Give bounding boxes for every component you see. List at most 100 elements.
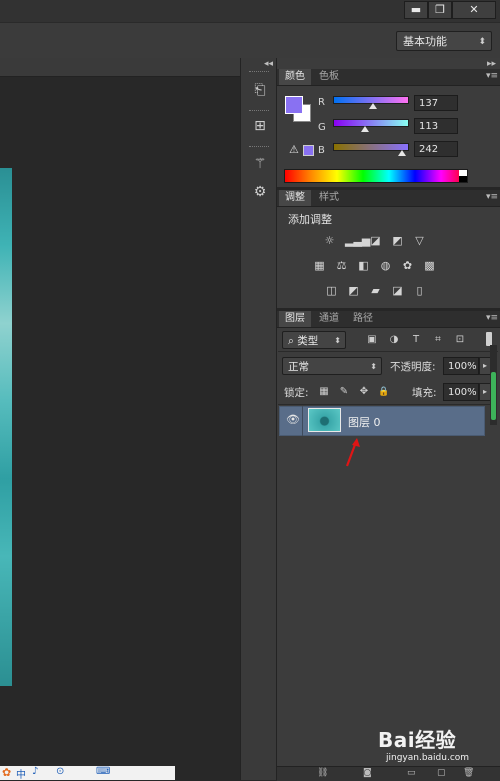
divider — [278, 404, 490, 405]
chevron-updown-icon: ⬍ — [334, 336, 341, 345]
levels-icon[interactable]: ▂▃▅ — [345, 234, 370, 247]
canvas-image[interactable] — [0, 168, 12, 686]
panel-menu-icon[interactable]: ▾≡ — [486, 71, 498, 81]
tab-paths[interactable]: 路径 — [347, 311, 379, 327]
annotation-arrow — [345, 438, 360, 467]
color-lookup-icon[interactable]: ▩ — [422, 259, 437, 272]
color-balance-icon[interactable]: ⚖ — [334, 259, 349, 272]
workspace-select[interactable]: 基本功能 ⬍ — [396, 31, 492, 51]
chevron-updown-icon: ⬍ — [478, 37, 486, 47]
tab-channels[interactable]: 通道 — [313, 311, 345, 327]
lock-transparent-icon[interactable]: ▦ — [318, 386, 330, 398]
color-spectrum-bar[interactable] — [284, 169, 468, 183]
fill-label: 填充: — [412, 387, 437, 399]
exposure-icon[interactable]: ◩ — [390, 234, 405, 247]
layer-name[interactable]: 图层 0 — [348, 414, 381, 430]
tool-preset-icon[interactable]: ⚙ — [248, 180, 272, 204]
properties-icon[interactable]: ⊞ — [248, 114, 272, 138]
keyboard-icon[interactable]: ⌨ — [96, 766, 110, 777]
slider-thumb[interactable] — [398, 150, 406, 156]
vibrance-icon[interactable]: ▽ — [412, 234, 427, 247]
mask-icon[interactable]: ◙ — [363, 768, 372, 778]
color-panel-tabs: 颜色 色板 ▾≡ — [277, 69, 500, 86]
minimize-button[interactable]: ▬ — [404, 1, 428, 19]
filter-shape-icon[interactable]: ⌗ — [432, 334, 444, 346]
selective-color-icon[interactable]: ◪ — [390, 284, 405, 297]
filter-pixel-icon[interactable]: ▣ — [366, 334, 378, 346]
hue-saturation-icon[interactable]: ▦ — [312, 259, 327, 272]
filter-adjustment-icon[interactable]: ◑ — [388, 334, 400, 346]
app-icon: ✿ — [2, 766, 12, 779]
collapse-icon[interactable]: ◂◂ — [264, 59, 273, 69]
posterize-icon[interactable]: ◩ — [346, 284, 361, 297]
divider — [302, 406, 303, 436]
new-layer-icon[interactable]: ▢ — [437, 768, 446, 778]
title-bar: ▬ ❐ ✕ — [0, 0, 500, 22]
blend-mode-select[interactable]: 正常 ⬍ — [282, 357, 382, 375]
tab-styles[interactable]: 样式 — [313, 190, 345, 206]
eye-icon[interactable]: 👁 — [286, 413, 300, 426]
brush-preset-icon[interactable]: ⚚ — [248, 152, 272, 176]
filter-toggle[interactable] — [486, 332, 492, 346]
filter-smart-object-icon[interactable]: ⊡ — [454, 334, 466, 346]
opacity-input[interactable]: 100% — [443, 357, 479, 375]
close-button[interactable]: ✕ — [452, 1, 496, 19]
black-white-swatch[interactable] — [459, 170, 467, 182]
grip-icon[interactable] — [249, 71, 269, 75]
channel-r-input[interactable]: 137 — [414, 95, 458, 111]
layer-filter-select[interactable]: ⌕ 类型 ⬍ — [282, 331, 346, 349]
foreground-color-swatch[interactable] — [285, 96, 303, 114]
channel-r-label: R — [318, 97, 325, 108]
opacity-label: 不透明度: — [390, 361, 436, 373]
grip-icon[interactable] — [249, 146, 269, 150]
gamut-swatch[interactable] — [303, 145, 314, 156]
brightness-contrast-icon[interactable]: ☼ — [322, 234, 337, 247]
collapse-icon[interactable]: ▸▸ — [487, 59, 496, 69]
threshold-icon[interactable]: ▰ — [368, 284, 383, 297]
channel-mixer-icon[interactable]: ✿ — [400, 259, 415, 272]
ime-mic-icon[interactable]: ⊙ — [56, 766, 64, 777]
warning-icon[interactable]: ⚠ — [289, 143, 299, 156]
ime-chinese-icon[interactable]: 中 — [16, 766, 26, 781]
adjustments-panel-tabs: 调整 样式 ▾≡ — [277, 190, 500, 207]
document-area — [0, 58, 240, 780]
fill-input[interactable]: 100% — [443, 383, 479, 401]
photo-filter-icon[interactable]: ◍ — [378, 259, 393, 272]
lock-position-icon[interactable]: ✥ — [358, 386, 370, 398]
layer-filter-label: 类型 — [297, 335, 319, 347]
ime-voice-icon[interactable]: ♪ — [32, 766, 38, 777]
tab-color[interactable]: 颜色 — [279, 69, 311, 85]
scrollbar-thumb[interactable] — [491, 372, 496, 420]
layers-bottom-bar: ⛓ ◙ ▭ ▢ 🗑 — [277, 766, 500, 781]
folder-icon[interactable]: ▭ — [407, 768, 416, 778]
panel-menu-icon[interactable]: ▾≡ — [486, 313, 498, 323]
chevron-updown-icon: ⬍ — [370, 362, 377, 371]
lock-label: 锁定: — [284, 387, 309, 399]
lock-all-icon[interactable]: 🔒 — [378, 386, 390, 398]
tab-layers[interactable]: 图层 — [279, 311, 311, 327]
lock-image-icon[interactable]: ✎ — [338, 386, 350, 398]
channel-g-label: G — [318, 122, 326, 133]
history-icon[interactable]: ⎗ — [248, 78, 272, 102]
slider-thumb[interactable] — [369, 103, 377, 109]
gradient-map-icon[interactable]: ▯ — [412, 284, 427, 297]
black-white-icon[interactable]: ◧ — [356, 259, 371, 272]
link-icon[interactable]: ⛓ — [317, 768, 328, 778]
channel-g-input[interactable]: 113 — [414, 118, 458, 134]
workspace-label: 基本功能 — [403, 35, 447, 48]
curves-icon[interactable]: ◪ — [368, 234, 383, 247]
restore-button[interactable]: ❐ — [428, 1, 452, 19]
panel-menu-icon[interactable]: ▾≡ — [486, 192, 498, 202]
layer-thumbnail[interactable] — [308, 408, 341, 432]
document-tab[interactable] — [0, 58, 240, 77]
invert-icon[interactable]: ◫ — [324, 284, 339, 297]
filter-type-icon[interactable]: T — [410, 334, 422, 346]
tab-swatches[interactable]: 色板 — [313, 69, 345, 85]
slider-thumb[interactable] — [361, 126, 369, 132]
channel-g-slider[interactable] — [333, 119, 409, 127]
trash-icon[interactable]: 🗑 — [463, 768, 474, 778]
channel-b-input[interactable]: 242 — [414, 141, 458, 157]
watermark-url: jingyan.baidu.com — [386, 753, 470, 763]
tab-adjustments[interactable]: 调整 — [279, 190, 311, 206]
channel-b-label: B — [318, 145, 325, 156]
